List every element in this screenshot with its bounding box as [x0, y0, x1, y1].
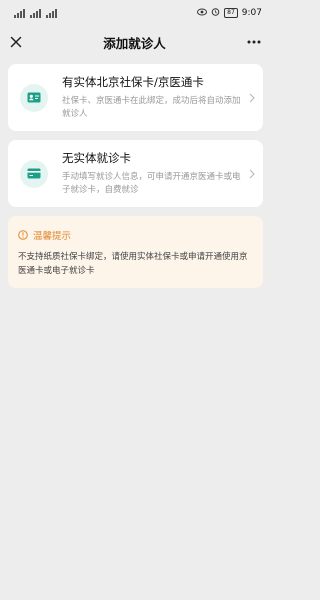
status-time: 9:07 [241, 8, 262, 18]
notice-text: 不支持纸质社保卡绑定，请使用实体社保卡或申请开通使用京医通卡或电子就诊卡 [18, 252, 248, 276]
card-description: 手动填写就诊人信息，可申请开通京医通卡或电子就诊卡，自费就诊 [62, 172, 241, 195]
signal-indicators [14, 8, 61, 18]
navigation-bar: 添加就诊人 [0, 26, 271, 58]
notice-title: 温馨提示 [33, 230, 72, 242]
alarm-icon [211, 7, 220, 19]
card-icon [20, 159, 48, 188]
info-icon [18, 225, 28, 244]
more-options-icon[interactable] [247, 40, 261, 44]
card-title: 无实体就诊卡 [62, 151, 131, 165]
chevron-right-icon [249, 88, 255, 107]
close-icon[interactable] [10, 36, 22, 48]
no-physical-card-option[interactable]: 无实体就诊卡 手动填写就诊人信息，可申请开通京医通卡或电子就诊卡，自费就诊 [8, 140, 263, 207]
signal-icon [30, 8, 41, 18]
battery-icon: 87 [224, 8, 238, 18]
wifi-signal-icon [46, 8, 57, 18]
card-description: 社保卡、京医通卡在此绑定，成功后将自动添加就诊人 [62, 96, 241, 119]
eye-icon [197, 8, 208, 19]
card-title: 有实体北京社保卡/京医通卡 [62, 75, 204, 89]
page-title: 添加就诊人 [103, 35, 166, 51]
physical-card-option[interactable]: 有实体北京社保卡/京医通卡 社保卡、京医通卡在此绑定，成功后将自动添加就诊人 [8, 64, 263, 131]
status-bar: 87 9:07 [0, 0, 271, 26]
warm-tips-notice: 温馨提示 不支持纸质社保卡绑定，请使用实体社保卡或申请开通使用京医通卡或电子就诊… [8, 216, 263, 288]
signal-icon [14, 8, 25, 18]
main-content: 有实体北京社保卡/京医通卡 社保卡、京医通卡在此绑定，成功后将自动添加就诊人 无… [0, 58, 271, 288]
id-card-icon [20, 83, 48, 112]
chevron-right-icon [249, 164, 255, 183]
